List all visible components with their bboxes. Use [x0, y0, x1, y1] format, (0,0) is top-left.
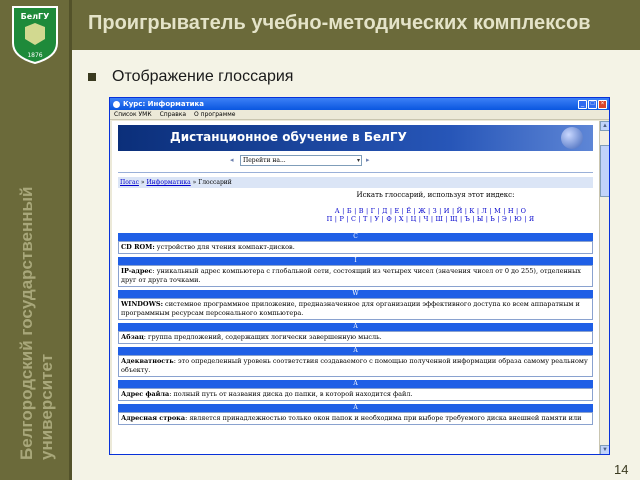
menu-bar: Список УМК Справка О программе	[110, 110, 609, 120]
menu-item-about[interactable]: О программе	[194, 111, 235, 118]
glossary-letter-header: A	[118, 323, 593, 331]
glossary-text: : группа предложений, содержащих логичес…	[143, 333, 382, 341]
glossary-definition: Адрес файла: полный путь от названия дис…	[118, 388, 593, 401]
svg-text:БелГУ: БелГУ	[21, 12, 50, 21]
breadcrumb-separator: »	[192, 179, 197, 186]
menu-item-umk-list[interactable]: Список УМК	[114, 111, 152, 118]
browser-icon	[113, 100, 120, 108]
glossary-term: CD ROM:	[121, 243, 155, 251]
glossary-term: WINDOWS:	[121, 300, 163, 308]
jump-to-select[interactable]: Перейти на...	[240, 155, 362, 166]
glossary-definition: Абзац: группа предложений, содержащих ло…	[118, 331, 593, 344]
glossary-text: : это определенный уровень соответствия …	[121, 357, 588, 374]
slide-title: Проигрыватель учебно-методических компле…	[88, 12, 591, 34]
glossary-text: : полный путь от названия диска до папки…	[169, 390, 413, 398]
banner-title: Дистанционное обучение в БелГУ	[170, 130, 407, 144]
scroll-thumb[interactable]	[600, 145, 609, 197]
glossary-term: Адрес файла	[121, 390, 170, 398]
glossary-letter-header: A	[118, 380, 593, 388]
glossary-list: C CD ROM: устройство для чтения компакт-…	[118, 233, 593, 425]
glossary-letter-header: I	[118, 257, 593, 265]
glossary-text: : является принадлежностью только окон п…	[185, 414, 582, 422]
previous-arrow-icon[interactable]: ◂	[230, 156, 234, 164]
breadcrumb-current: Глоссарий	[198, 179, 232, 186]
svg-text:1876: 1876	[27, 52, 42, 59]
window-title: Курс: Информатика	[123, 100, 205, 108]
next-arrow-icon[interactable]: ▸	[366, 156, 370, 164]
glossary-entry: I IP-адрес: уникальный адрес компьютера …	[118, 257, 593, 287]
glossary-entry: A Абзац: группа предложений, содержащих …	[118, 323, 593, 344]
window-titlebar: Курс: Информатика _ □ ×	[110, 98, 609, 110]
glossary-term: Адресная строка	[121, 414, 186, 422]
bullet-icon	[88, 73, 96, 81]
university-name-vertical: Белгородский государственный университет	[17, 186, 56, 460]
glossary-term: Абзац	[121, 333, 144, 341]
glossary-entry: W WINDOWS: системное программное приложе…	[118, 290, 593, 320]
glossary-definition: IP-адрес: уникальный адрес компьютера с …	[118, 265, 593, 287]
glossary-letter-header: A	[118, 404, 593, 412]
glossary-entry: A Адрес файла: полный путь от названия д…	[118, 380, 593, 401]
glossary-text: устройство для чтения компакт-дисков.	[154, 243, 295, 251]
site-banner: Дистанционное обучение в БелГУ	[118, 125, 593, 151]
glossary-entry: A Адресная строка: является принадлежнос…	[118, 404, 593, 425]
close-button[interactable]: ×	[598, 99, 607, 109]
breadcrumb-course[interactable]: Информатика	[146, 179, 190, 186]
glossary-term: Адекватность	[121, 357, 174, 365]
glossary-definition: CD ROM: устройство для чтения компакт-ди…	[118, 241, 593, 254]
glossary-entry: C CD ROM: устройство для чтения компакт-…	[118, 233, 593, 254]
glossary-entry: A Адекватность: это определенный уровень…	[118, 347, 593, 377]
glossary-text: системное программное приложение, предна…	[121, 300, 580, 317]
bullet-text: Отображение глоссария	[112, 68, 294, 85]
glossary-definition: Адекватность: это определенный уровень с…	[118, 355, 593, 377]
breadcrumb: Погас » Информатика » Глоссарий	[118, 177, 593, 188]
glossary-letter-header: C	[118, 233, 593, 241]
scroll-up-icon[interactable]: ▲	[600, 121, 609, 131]
globe-icon	[561, 127, 583, 149]
glossary-definition: WINDOWS: системное программное приложени…	[118, 298, 593, 320]
maximize-button[interactable]: □	[588, 99, 597, 109]
breadcrumb-separator: »	[140, 179, 145, 186]
glossary-text: : уникальный адрес компьютера с глобальн…	[121, 267, 581, 284]
glossary-letter-header: W	[118, 290, 593, 298]
alphabet-index-row-1[interactable]: А | Б | В | Г | Д | Е | Ё | Ж | З | И | …	[112, 207, 599, 215]
glossary-letter-header: A	[118, 347, 593, 355]
glossary-index-label: Искать глоссарий, используя этот индекс:	[356, 191, 515, 199]
glossary-term: IP-адрес	[121, 267, 153, 275]
menu-item-help[interactable]: Справка	[160, 111, 186, 118]
glossary-definition: Адресная строка: является принадлежность…	[118, 412, 593, 425]
page-content: Дистанционное обучение в БелГУ ◂ Перейти…	[112, 121, 599, 454]
minimize-button[interactable]: _	[578, 99, 587, 109]
vertical-scrollbar[interactable]: ▲ ▼	[599, 121, 609, 454]
scroll-down-icon[interactable]: ▼	[600, 445, 609, 454]
navigation-row: ◂ Перейти на... ▸	[118, 151, 593, 173]
page-number: 14	[614, 462, 629, 477]
university-logo: БелГУ 1876	[12, 6, 58, 65]
alphabet-index-row-2[interactable]: П | Р | С | Т | У | Ф | Х | Ц | Ч | Ш | …	[112, 215, 599, 223]
browser-window: Курс: Информатика _ □ × Список УМК Справ…	[109, 97, 610, 455]
breadcrumb-home[interactable]: Погас	[120, 179, 139, 186]
